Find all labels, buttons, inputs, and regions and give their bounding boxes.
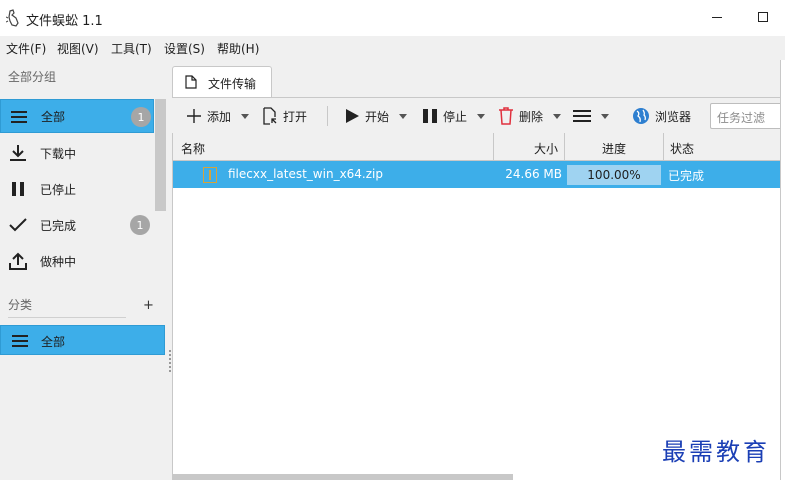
menu-lines-icon [12,335,28,347]
tab-strip: 文件传输 [172,60,785,98]
progress-bar: 100.00% [567,165,661,185]
start-button[interactable]: 开始 [344,98,408,134]
category-header: 分类 [8,298,33,312]
stop-button-label: 停止 [443,109,468,124]
sidebar-item-label: 已停止 [40,182,77,197]
group-header: 全部分组 [8,70,57,84]
count-badge: 1 [130,215,150,235]
sidebar-item-completed[interactable]: 已完成 1 [0,208,154,242]
delete-button[interactable]: 删除 [498,98,562,134]
plus-icon [187,109,201,123]
toolbar-separator [327,106,328,126]
sidebar-item-label: 已完成 [40,218,77,233]
task-table: 名称 大小 进度 状态 filecxx_latest_win_x64.zip 2… [172,133,781,480]
play-icon [346,109,359,123]
tab-file-transfer[interactable]: 文件传输 [172,66,272,98]
window-title: 文件蜈蚣 1.1 [26,14,103,29]
minimize-button[interactable] [703,4,731,30]
add-button-label: 添加 [207,109,232,124]
menu-bar: 文件(F) 视图(V) 工具(T) 设置(S) 帮助(H) [0,36,785,60]
chevron-down-icon [241,113,250,119]
globe-icon [633,108,649,124]
title-bar: 文件蜈蚣 1.1 [0,0,785,36]
chevron-down-icon [553,113,562,119]
category-item-all[interactable]: 全部 [0,325,165,355]
category-divider [8,317,126,318]
chevron-down-icon [477,113,486,119]
column-header-status[interactable]: 状态 [664,133,781,161]
task-filter-input[interactable]: 任务过滤 [710,103,782,129]
status-text: 已完成 [668,169,705,183]
menu-view[interactable]: 视图(V) [57,40,99,57]
table-row[interactable]: filecxx_latest_win_x64.zip 24.66 MB 100.… [173,161,781,188]
category-item-label: 全部 [41,335,66,349]
sidebar-scrollbar[interactable] [155,99,166,211]
zip-file-icon [203,167,217,183]
minimize-icon [712,16,722,18]
column-header-size[interactable]: 大小 [494,133,565,161]
count-badge: 1 [131,107,151,127]
browser-button[interactable]: 浏览器 [632,98,691,134]
sidebar-item-label: 做种中 [40,254,77,269]
menu-file[interactable]: 文件(F) [6,40,46,57]
column-header-progress[interactable]: 进度 [565,133,664,161]
pause-icon [423,109,437,123]
delete-button-label: 删除 [519,109,544,124]
sidebar-item-all[interactable]: 全部 1 [0,99,154,133]
sidebar-item-stopped[interactable]: 已停止 [0,172,154,206]
open-button[interactable]: 打开 [262,98,307,134]
right-panel-edge [780,60,785,480]
menu-settings[interactable]: 设置(S) [164,40,205,57]
browser-button-label: 浏览器 [655,109,692,124]
file-name: filecxx_latest_win_x64.zip [228,167,383,181]
sidebar-item-downloading[interactable]: 下载中 [0,136,154,170]
maximize-button[interactable] [749,4,777,30]
document-icon [185,75,197,89]
pause-icon [12,182,24,196]
sidebar-item-label: 全部 [41,109,66,124]
centipede-app-icon [6,9,19,27]
stop-button[interactable]: 停止 [422,98,486,134]
menu-help[interactable]: 帮助(H) [217,40,259,57]
add-category-button[interactable]: + [143,298,154,313]
open-button-label: 打开 [283,109,308,124]
open-file-icon [263,107,277,125]
sidebar-item-seeding[interactable]: 做种中 [0,244,154,278]
download-icon [10,145,26,161]
chevron-down-icon [601,113,609,119]
chevron-down-icon [399,113,408,119]
start-button-label: 开始 [365,109,390,124]
sidebar-item-label: 下载中 [40,146,77,161]
upload-icon [9,252,27,270]
add-button[interactable]: 添加 [186,98,250,134]
table-header: 名称 大小 进度 状态 [173,133,781,161]
menu-tools[interactable]: 工具(T) [111,40,152,57]
splitter-handle[interactable] [169,350,171,374]
progress-text: 100.00% [587,168,641,182]
file-size: 24.66 MB [505,167,562,181]
toolbar: 添加 打开 开始 停止 删除 浏览器 任务过滤 [172,97,782,134]
check-icon [9,218,27,232]
menu-lines-icon [573,110,591,122]
horizontal-scrollbar[interactable] [173,474,513,480]
sidebar: 全部分组 全部 1 下载中 已停止 已完成 1 做种中 分类 + 全部 [0,60,172,480]
column-header-name[interactable]: 名称 [173,133,494,161]
tab-label: 文件传输 [208,77,257,91]
maximize-icon [758,12,768,22]
trash-icon [499,107,513,125]
watermark: 最需教育 [662,438,770,466]
menu-lines-icon [11,111,27,123]
more-menu-button[interactable] [573,98,609,134]
